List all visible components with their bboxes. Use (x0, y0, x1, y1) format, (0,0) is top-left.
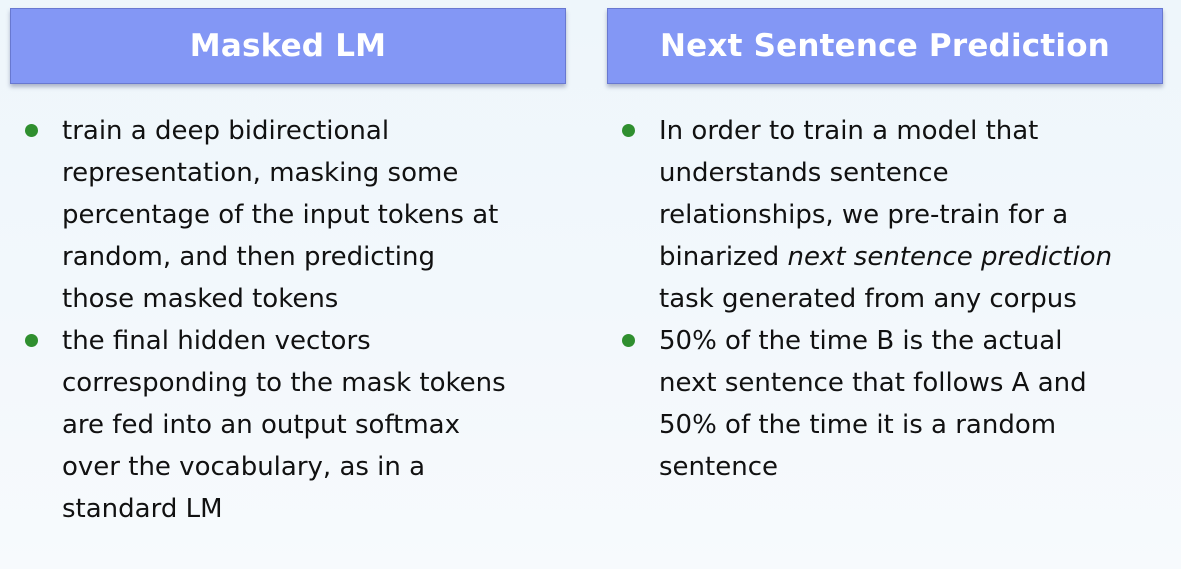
list-item: the final hidden vectors corresponding t… (10, 320, 566, 530)
text-line: relationships, we pre-train for a (659, 200, 1069, 230)
masked-lm-header: Masked LM (10, 8, 566, 84)
nsp-bullet-list: In order to train a model that understan… (607, 110, 1163, 488)
bullet-dot-icon (25, 334, 38, 347)
text-line: understands sentence (659, 158, 949, 188)
text-fragment: binarized (659, 242, 788, 272)
masked-lm-title: Masked LM (189, 28, 387, 64)
text-line: the final hidden vectors (62, 326, 371, 356)
text-line: train a deep bidirectional (62, 116, 390, 146)
masked-lm-bullet-list: train a deep bidirectional representatio… (10, 110, 566, 530)
text-line: those masked tokens (62, 284, 339, 314)
masked-lm-column: Masked LM train a deep bidirectional rep… (10, 0, 566, 569)
text-line: representation, masking some (62, 158, 459, 188)
italic-term: next sentence prediction (787, 242, 1113, 272)
bullet-text: train a deep bidirectional representatio… (62, 110, 566, 320)
bullet-dot-icon (25, 124, 38, 137)
next-sentence-prediction-column: Next Sentence Prediction In order to tra… (607, 0, 1163, 569)
list-item: train a deep bidirectional representatio… (10, 110, 566, 320)
bullet-text: 50% of the time B is the actual next sen… (659, 320, 1163, 488)
nsp-title: Next Sentence Prediction (660, 28, 1110, 64)
text-line: 50% of the time B is the actual (659, 326, 1063, 356)
bullet-dot-icon (622, 124, 635, 137)
text-line: are fed into an output softmax (62, 410, 460, 440)
text-line: task generated from any corpus (659, 284, 1077, 314)
list-item: 50% of the time B is the actual next sen… (607, 320, 1163, 488)
text-line: binarized next sentence prediction (659, 236, 1163, 278)
text-line: 50% of the time it is a random (659, 410, 1057, 440)
nsp-header: Next Sentence Prediction (607, 8, 1163, 84)
text-line: percentage of the input tokens at (62, 200, 499, 230)
bullet-dot-icon (622, 334, 635, 347)
list-item: In order to train a model that understan… (607, 110, 1163, 320)
bullet-text: In order to train a model that understan… (659, 110, 1163, 320)
text-line: corresponding to the mask tokens (62, 368, 506, 398)
text-line: sentence (659, 452, 778, 482)
text-line: random, and then predicting (62, 242, 436, 272)
text-line: next sentence that follows A and (659, 368, 1087, 398)
bullet-text: the final hidden vectors corresponding t… (62, 320, 566, 530)
text-line: over the vocabulary, as in a (62, 452, 426, 482)
text-line: In order to train a model that (659, 116, 1039, 146)
text-line: standard LM (62, 494, 223, 524)
